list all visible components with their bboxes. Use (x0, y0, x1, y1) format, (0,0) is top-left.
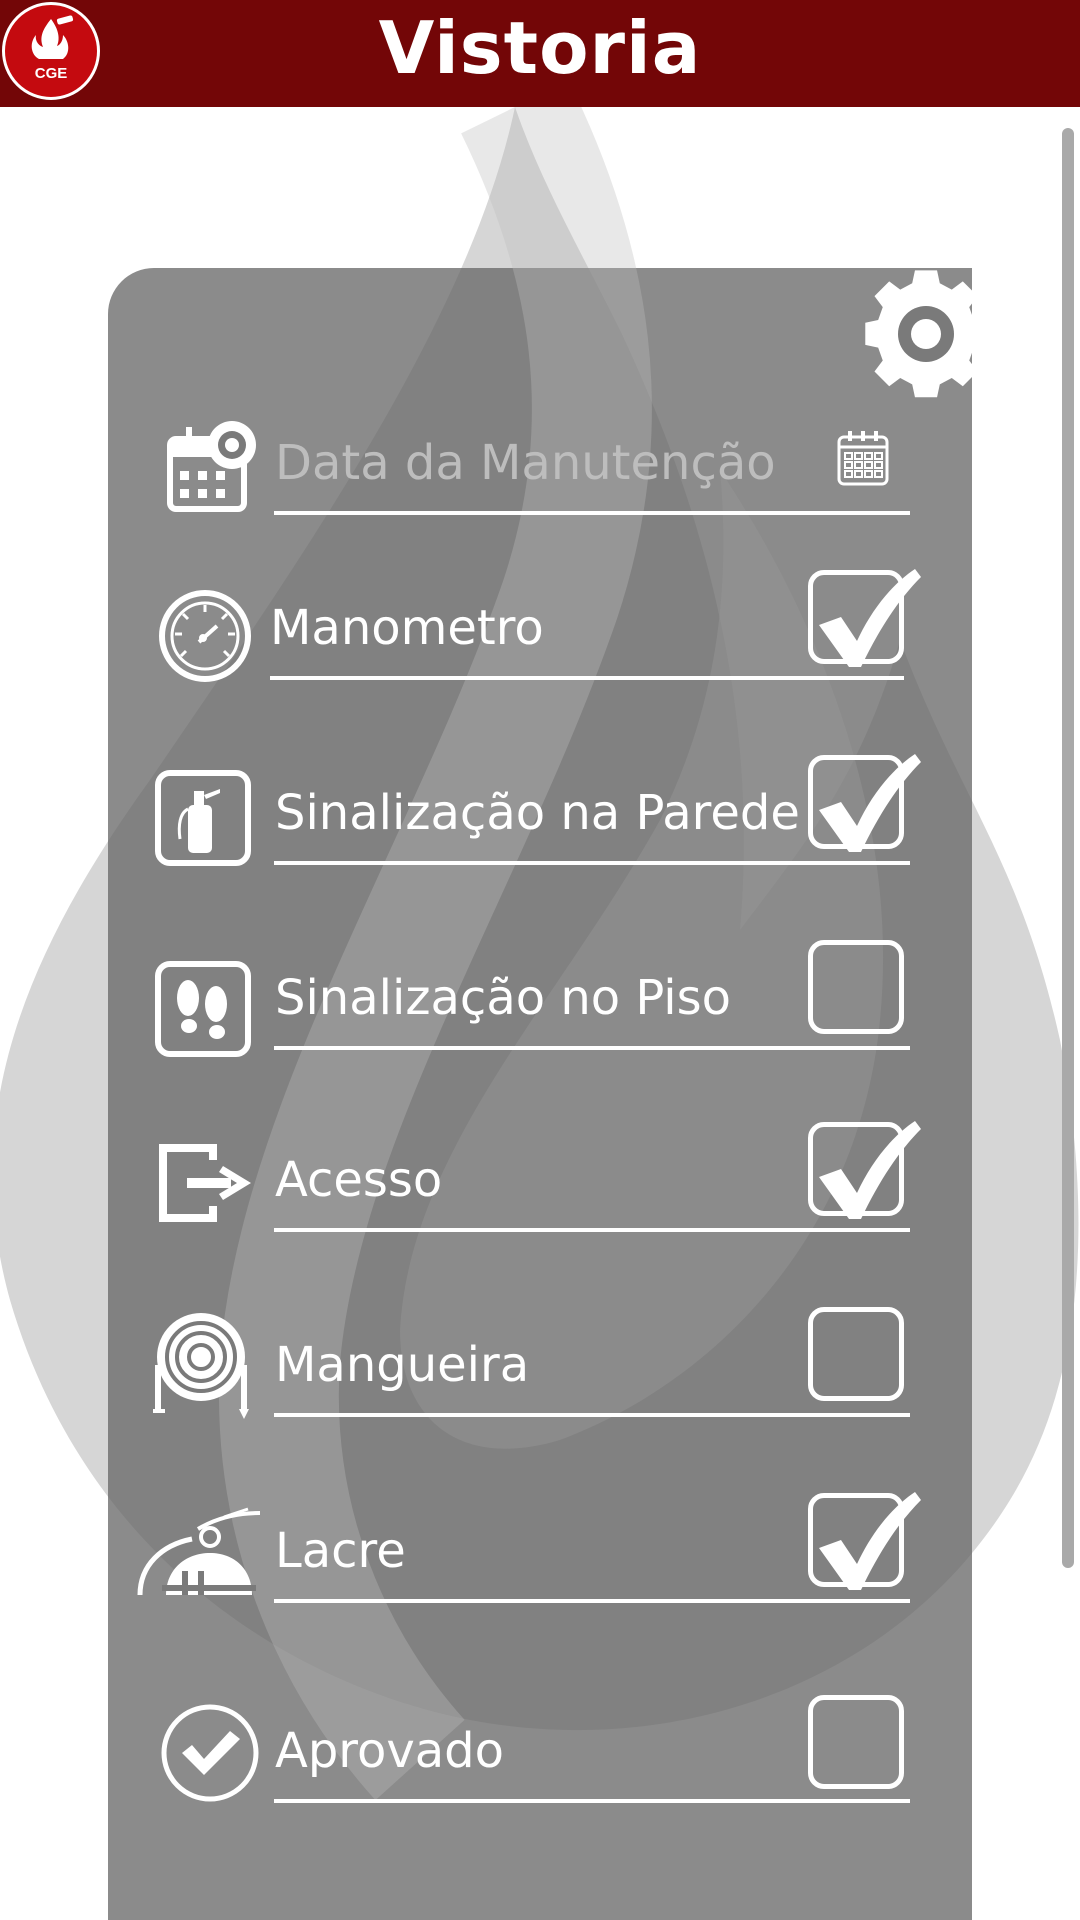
hose-reel-icon (153, 1313, 249, 1419)
checklist-label: Acesso (275, 1152, 443, 1208)
settings-gear-icon[interactable] (840, 268, 972, 408)
maintenance-date-field[interactable]: Data da Manutenção (0, 405, 1080, 545)
checklist-item-wall-signage[interactable]: Sinalização na Parede (0, 754, 1080, 895)
item-underline (274, 1228, 910, 1232)
checkmark-icon (819, 754, 921, 852)
checklist-label: Sinalização no Piso (275, 970, 731, 1026)
checklist-label: Aprovado (275, 1723, 505, 1779)
checklist-item-manometro[interactable]: Manometro (0, 569, 1080, 710)
checklist-item-seal[interactable]: Lacre (0, 1492, 1080, 1633)
fire-extinguisher-sign-icon (155, 770, 251, 866)
checklist-item-floor-signage[interactable]: Sinalização no Piso (0, 940, 1080, 1080)
checklist-label: Sinalização na Parede (275, 785, 800, 841)
item-underline (274, 861, 910, 865)
checkbox-hose[interactable] (808, 1307, 904, 1401)
checklist-item-access[interactable]: Acesso (0, 1121, 1080, 1262)
calendar-icon[interactable] (836, 429, 890, 487)
extinguisher-seal-icon (137, 1507, 261, 1596)
item-underline (274, 1599, 910, 1603)
checkbox-wall-signage[interactable] (808, 754, 921, 852)
page-title: Vistoria (378, 6, 702, 90)
checklist-label: Lacre (275, 1523, 406, 1579)
calendar-gear-icon (167, 421, 256, 512)
checklist-label: Manometro (270, 600, 544, 656)
checkmark-icon (819, 569, 921, 667)
checkmark-icon (819, 1121, 921, 1219)
item-underline (270, 676, 904, 680)
checkbox-access[interactable] (808, 1121, 921, 1219)
checklist-item-hose[interactable]: Mangueira (0, 1307, 1080, 1447)
footprints-sign-icon (155, 961, 251, 1057)
item-underline (274, 1046, 910, 1050)
maintenance-date-input[interactable]: Data da Manutenção (275, 435, 776, 491)
checklist-label: Mangueira (275, 1337, 530, 1393)
checkmark-icon (819, 1492, 921, 1590)
approved-check-icon (161, 1704, 259, 1802)
checkbox-manometro[interactable] (808, 569, 921, 667)
checklist-item-approved[interactable]: Aprovado (0, 1693, 1080, 1833)
item-underline (274, 1413, 910, 1417)
exit-arrow-icon (159, 1144, 251, 1222)
checkbox-approved[interactable] (808, 1695, 904, 1789)
checkbox-seal[interactable] (808, 1492, 921, 1590)
checkbox-floor-signage[interactable] (808, 940, 904, 1034)
date-underline (274, 511, 910, 515)
pressure-gauge-icon (159, 590, 251, 682)
app-header: CGE Vistoria (0, 0, 1080, 107)
item-underline (274, 1799, 910, 1803)
